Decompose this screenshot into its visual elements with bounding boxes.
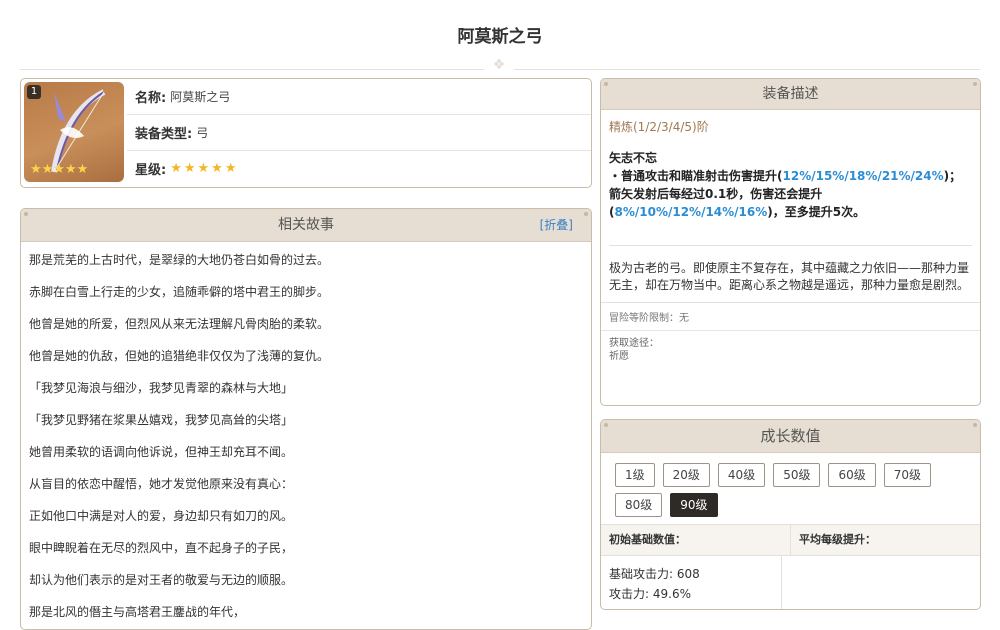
level-button[interactable]: 40级 xyxy=(717,463,766,487)
info-row-name: 名称: 阿莫斯之弓 xyxy=(127,79,591,115)
source-info: 获取途径： 祈愿 xyxy=(601,331,980,369)
level-selector: 1级 20级 40级 50级 60级 70级 80级 90级 xyxy=(601,453,980,517)
growth-header: 成长数值 xyxy=(601,420,980,453)
story-line: 却认为他们表示的是对王者的敬爱与无边的顺服。 xyxy=(29,573,294,587)
star-label: 星级: xyxy=(135,163,167,178)
level-button[interactable]: 20级 xyxy=(662,463,710,487)
ornament-icon: ❖ xyxy=(484,58,514,72)
level-button[interactable]: 90级 xyxy=(670,493,718,517)
level-button[interactable]: 50级 xyxy=(773,463,821,487)
base-atk: 基础攻击力: 608 xyxy=(609,567,700,581)
refinement-label: 精炼(1/2/3/4/5)阶 xyxy=(609,120,709,134)
weapon-info-box: 1 ★★★★★ 名称: 阿莫斯之弓 装备类型: 弓 星级: ★★★★★ xyxy=(20,78,592,188)
ascension-limit: 冒险等阶限制：无 xyxy=(601,303,980,331)
story-title: 相关故事 xyxy=(278,217,334,233)
story-body: 那是荒芜的上古时代，是翠绿的大地仍苍白如骨的过去。 赤脚在白雪上行走的少女，追随乖… xyxy=(21,242,591,629)
story-line: 他曾是她的所爱，但烈风从来无法理解凡骨肉胎的柔软。 xyxy=(29,317,330,331)
col-base-header: 初始基础数值： xyxy=(601,525,791,555)
level-button[interactable]: 1级 xyxy=(615,463,655,487)
story-header: 相关故事 [折叠] xyxy=(21,209,591,242)
page-title: 阿莫斯之弓 xyxy=(457,27,543,47)
source-label: 获取途径： xyxy=(609,338,659,349)
growth-panel: 成长数值 1级 20级 40级 50级 60级 70级 80级 90级 初始基础数值： 平均每… xyxy=(600,419,981,610)
story-line: 他曾是她的仇敌，但她的追猎绝非仅仅为了浅薄的复仇。 xyxy=(29,349,330,363)
story-line: 那是荒芜的上古时代，是翠绿的大地仍苍白如骨的过去。 xyxy=(29,253,330,267)
level-button[interactable]: 70级 xyxy=(883,463,932,487)
star-rating: ★★★★★ xyxy=(170,161,239,176)
avg-stats xyxy=(782,556,980,609)
stat-table-row: 基础攻击力: 608 攻击力: 49.6% xyxy=(601,556,980,609)
lore-text: 极为古老的弓。即使原主不复存在，其中蕴藏之力依旧——那种力量无主，却在万物当中。… xyxy=(601,246,980,303)
story-line: 那是北风的僭主与高塔君王鏖战的年代， xyxy=(29,605,246,619)
type-value: 弓 xyxy=(196,126,209,140)
type-label: 装备类型: xyxy=(135,127,193,142)
description-header: 装备描述 xyxy=(601,79,980,110)
story-line: 正如他口中满是对人的爱，身边却只有如刀的风。 xyxy=(29,509,294,523)
base-stats: 基础攻击力: 608 攻击力: 49.6% xyxy=(601,556,782,609)
passive-skill: 矢志不忘 ・普通攻击和瞄准射击伤害提升(12%/15%/18%/21%/24%)… xyxy=(601,135,980,221)
skill-name: 矢志不忘 xyxy=(609,151,658,165)
weapon-thumbnail: 1 ★★★★★ xyxy=(24,82,124,182)
skill-text: ・普通攻击和瞄准射击伤害提升(12%/15%/18%/21%/24%)；箭矢发射… xyxy=(609,169,962,219)
story-line: 从盲目的依恋中醒悟，她才发觉他原来没有真心： xyxy=(29,477,294,491)
rarity-badge: 1 xyxy=(27,85,41,99)
skill-value-1: 12%/15%/18%/21%/24% xyxy=(782,169,944,183)
name-label: 名称: xyxy=(135,91,167,106)
name-value: 阿莫斯之弓 xyxy=(170,90,231,104)
info-row-stars: 星级: ★★★★★ xyxy=(127,151,591,186)
thumb-stars: ★★★★★ xyxy=(30,162,89,177)
fold-link[interactable]: [折叠] xyxy=(540,209,573,241)
skill-value-2: 8%/10%/12%/14%/16% xyxy=(614,205,768,219)
growth-title: 成长数值 xyxy=(760,427,821,445)
stat-table-header: 初始基础数值： 平均每级提升： xyxy=(601,525,980,556)
level-button[interactable]: 80级 xyxy=(615,493,663,517)
level-button[interactable]: 60级 xyxy=(828,463,876,487)
story-line: 「我梦见野猪在浆果丛嬉戏，我梦见高耸的尖塔」 xyxy=(29,413,294,427)
col-avg-header: 平均每级提升： xyxy=(799,533,876,546)
story-line: 她曾用柔软的语调向他诉说，但神王却充耳不闻。 xyxy=(29,445,294,459)
info-row-type: 装备类型: 弓 xyxy=(127,115,591,151)
atk-percent: 攻击力: 49.6% xyxy=(609,587,691,601)
description-panel: 装备描述 精炼(1/2/3/4/5)阶 矢志不忘 ・普通攻击和瞄准射击伤害提升(… xyxy=(600,78,981,406)
story-line: 眼中睥睨着在无尽的烈风中，直不起身子的子民， xyxy=(29,541,294,555)
story-line: 「我梦见海浪与细沙，我梦见青翠的森林与大地」 xyxy=(29,381,294,395)
source-value: 祈愿 xyxy=(609,351,629,362)
story-line: 赤脚在白雪上行走的少女，追随乖僻的塔中君王的脚步。 xyxy=(29,285,330,299)
stat-table: 初始基础数值： 平均每级提升： 基础攻击力: 608 攻击力: 49.6% xyxy=(601,524,980,609)
story-panel: 相关故事 [折叠] 那是荒芜的上古时代，是翠绿的大地仍苍白如骨的过去。 赤脚在白雪… xyxy=(20,208,592,630)
description-title: 装备描述 xyxy=(762,86,819,102)
